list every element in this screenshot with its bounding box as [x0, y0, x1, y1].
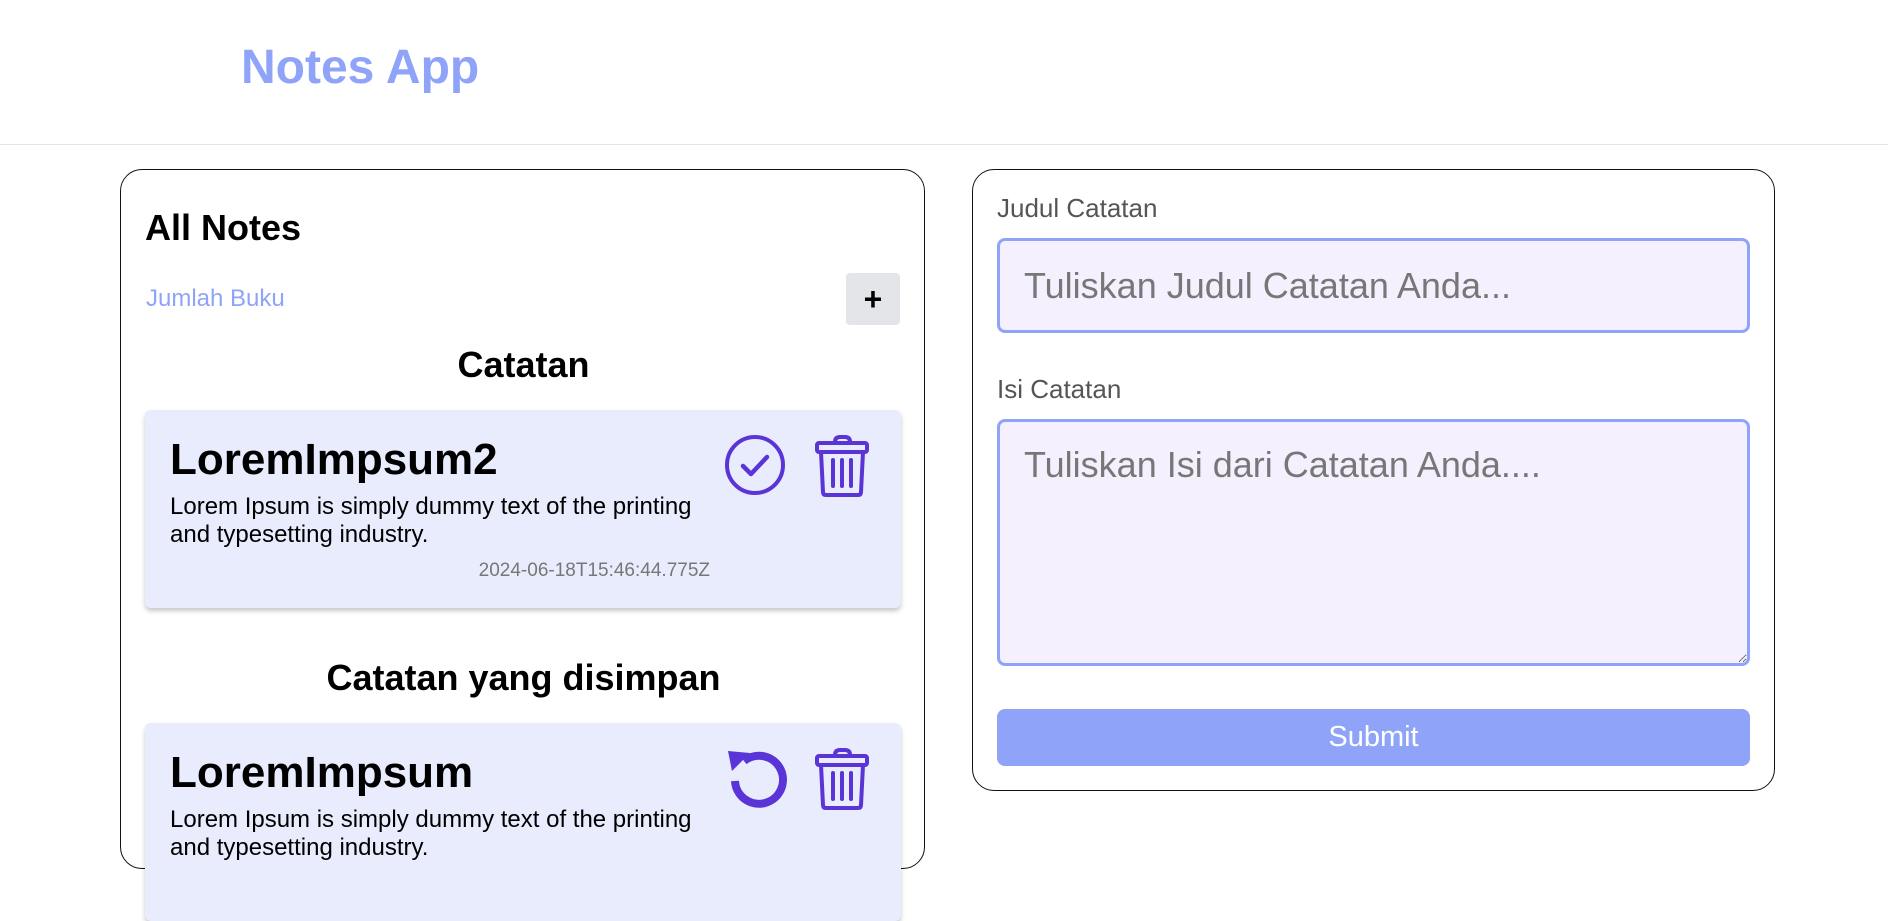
note-form: Judul Catatan Isi Catatan Submit	[972, 169, 1775, 791]
title-field-label: Judul Catatan	[997, 193, 1158, 223]
notes-heading: All Notes	[145, 207, 302, 248]
note-card: LoremImpsum Lorem Ipsum is simply dummy …	[145, 723, 901, 921]
title-input[interactable]	[997, 238, 1750, 333]
archive-note-button[interactable]	[722, 432, 788, 498]
note-title: LoremImpsum2	[170, 435, 498, 484]
app-header: Notes App	[0, 0, 1888, 145]
body-field-label: Isi Catatan	[997, 374, 1122, 404]
note-title: LoremImpsum	[170, 748, 474, 797]
notes-count-label: Jumlah Buku	[146, 285, 285, 312]
rotate-ccw-icon	[728, 751, 787, 808]
body-textarea[interactable]	[997, 419, 1750, 666]
app-title: Notes App	[241, 41, 480, 94]
note-body: Lorem Ipsum is simply dummy text of the …	[170, 806, 692, 861]
add-note-button[interactable]: +	[846, 273, 900, 325]
note-body: Lorem Ipsum is simply dummy text of the …	[170, 493, 692, 548]
delete-note-button[interactable]	[809, 432, 875, 498]
note-date: 2024-06-18T15:46:44.775Z	[478, 560, 710, 581]
trash-icon	[815, 435, 869, 497]
submit-button[interactable]: Submit	[997, 709, 1750, 766]
trash-icon	[815, 748, 869, 810]
archived-notes-title: Catatan yang disimpan	[326, 657, 721, 698]
notes-panel: All Notes Jumlah Buku + Catatan LoremImp…	[120, 169, 925, 921]
active-notes-title: Catatan	[457, 344, 590, 385]
delete-note-button[interactable]	[809, 745, 875, 811]
restore-note-button[interactable]	[722, 745, 788, 811]
note-card: LoremImpsum2 Lorem Ipsum is simply dummy…	[145, 410, 901, 608]
check-circle-icon	[725, 435, 785, 495]
